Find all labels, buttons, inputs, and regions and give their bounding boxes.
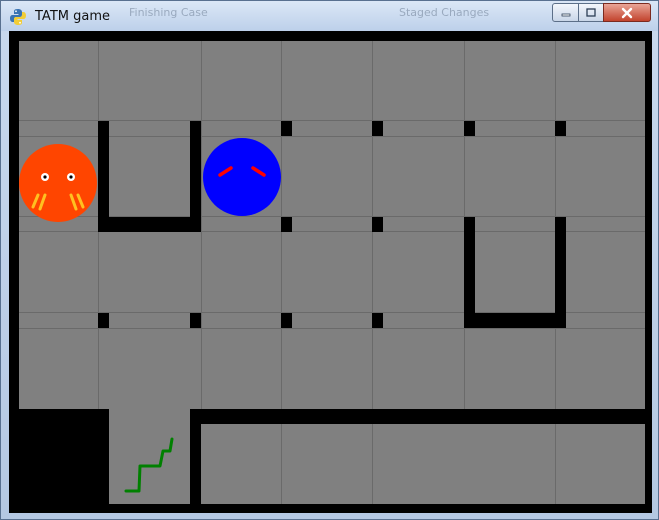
devil-face: [19, 144, 97, 222]
title-bar[interactable]: TATM game Finishing Case Staged Changes: [1, 1, 658, 31]
background-window-text: Finishing Case: [129, 6, 208, 19]
maximize-icon: [586, 7, 596, 17]
python-icon: [10, 9, 26, 25]
game-board: [9, 41, 652, 513]
close-icon: [621, 7, 633, 18]
game-canvas[interactable]: [9, 31, 652, 513]
player-face: [203, 138, 281, 216]
minimize-icon: [561, 13, 570, 16]
close-button[interactable]: [603, 3, 651, 22]
maximize-button[interactable]: [578, 3, 604, 22]
floor: [19, 41, 645, 504]
background-window-text: Staged Changes: [399, 6, 490, 19]
minimize-button[interactable]: [552, 3, 579, 22]
game-window: TATM game Finishing Case Staged Changes: [0, 0, 659, 520]
devil-enemy-sprite: [19, 144, 97, 222]
blue-ball-player-sprite: [203, 138, 281, 216]
window-title: TATM game: [35, 9, 110, 24]
